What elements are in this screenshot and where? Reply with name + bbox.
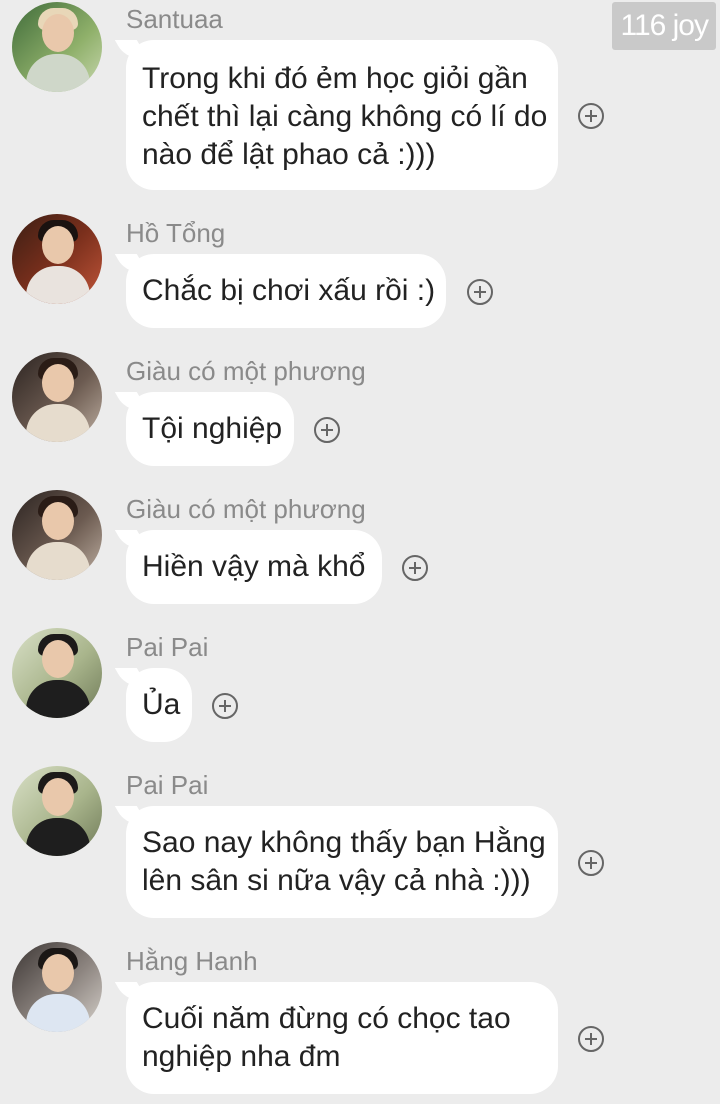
message-line: nghiệp nha đm: [142, 1040, 341, 1073]
avatar[interactable]: [12, 942, 102, 1032]
message-bubble[interactable]: Tội nghiệp: [126, 392, 294, 466]
avatar[interactable]: [12, 2, 102, 92]
sender-name: Hằng Hanh: [126, 946, 258, 976]
message-line: Cuối năm đừng có chọc tao: [142, 1002, 511, 1035]
message-bubble[interactable]: Sao nay không thấy bạn Hằng lên sân si n…: [126, 806, 558, 918]
message-bubble[interactable]: Cuối năm đừng có chọc tao nghiệp nha đm: [126, 982, 558, 1094]
message-bubble[interactable]: Chắc bị chơi xấu rồi :): [126, 254, 446, 328]
sender-name: Pai Pai: [126, 632, 209, 662]
sender-name: Santuaa: [126, 4, 223, 34]
message-line: lên sân si nữa vậy cả nhà :))): [142, 864, 531, 897]
sender-name: Giàu có một phương: [126, 356, 366, 386]
avatar[interactable]: [12, 352, 102, 442]
add-reaction-icon[interactable]: [467, 279, 493, 305]
watermark-label: 116 joy: [612, 2, 716, 50]
add-reaction-icon[interactable]: [314, 417, 340, 443]
sender-name: Pai Pai: [126, 770, 209, 800]
avatar[interactable]: [12, 490, 102, 580]
message-bubble[interactable]: Ủa: [126, 668, 192, 742]
avatar[interactable]: [12, 214, 102, 304]
message-bubble[interactable]: Hiền vậy mà khổ: [126, 530, 382, 604]
add-reaction-icon[interactable]: [578, 850, 604, 876]
message-line: chết thì lại càng không có lí do: [142, 100, 548, 133]
message-line: nào để lật phao cả :))): [142, 138, 436, 171]
avatar[interactable]: [12, 628, 102, 718]
add-reaction-icon[interactable]: [578, 103, 604, 129]
message-bubble[interactable]: Trong khi đó ẻm học giỏi gần chết thì lạ…: [126, 40, 558, 190]
message-line: Sao nay không thấy bạn Hằng: [142, 826, 546, 859]
sender-name: Hồ Tổng: [126, 218, 226, 248]
sender-name: Giàu có một phương: [126, 494, 366, 524]
message-line: Chắc bị chơi xấu rồi :): [142, 274, 436, 307]
avatar[interactable]: [12, 766, 102, 856]
message-line: Hiền vậy mà khổ: [142, 550, 366, 583]
message-line: Trong khi đó ẻm học giỏi gần: [142, 62, 528, 95]
add-reaction-icon[interactable]: [578, 1026, 604, 1052]
add-reaction-icon[interactable]: [402, 555, 428, 581]
message-line: Tội nghiệp: [142, 412, 283, 445]
message-line: Ủa: [142, 688, 181, 721]
add-reaction-icon[interactable]: [212, 693, 238, 719]
